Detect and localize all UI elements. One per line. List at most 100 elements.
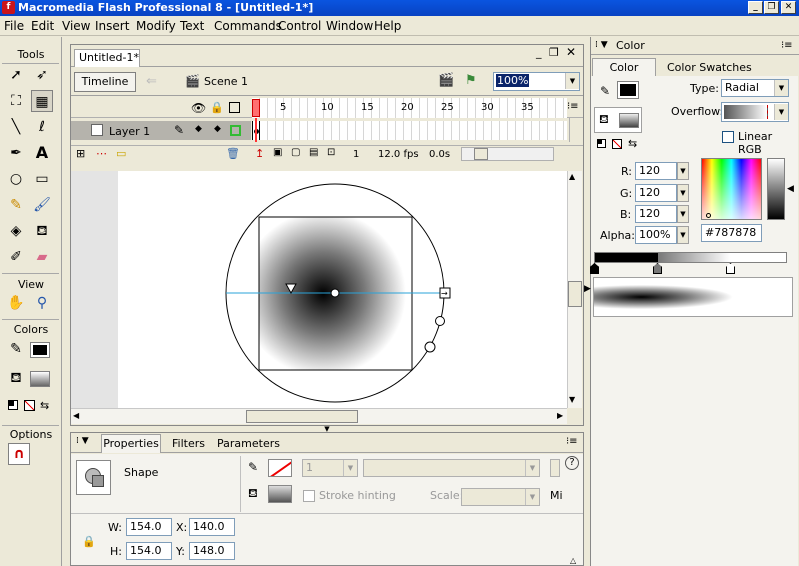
snap-to-objects-icon[interactable]: ∩: [8, 443, 30, 465]
pencil-tool-icon[interactable]: ✎: [5, 194, 27, 216]
type-dropdown-arrow-icon[interactable]: ▼: [774, 80, 788, 96]
doc-minimize-icon[interactable]: _: [536, 46, 542, 59]
mixer-fill-swatch[interactable]: [619, 113, 639, 128]
hand-tool-icon[interactable]: ✋: [5, 292, 27, 314]
edit-symbols-icon[interactable]: ⚑: [465, 73, 477, 88]
stage-vscroll[interactable]: ▲ ▼: [567, 171, 582, 408]
outline-icon[interactable]: [229, 102, 240, 113]
menu-text[interactable]: Text: [180, 19, 204, 33]
fill-color-swatch[interactable]: [30, 371, 50, 387]
blue-field[interactable]: 120: [635, 205, 677, 223]
mixer-fill-row[interactable]: ⛾: [594, 107, 642, 133]
stroke-color-none-swatch[interactable]: [268, 459, 292, 477]
type-dropdown[interactable]: Radial ▼: [721, 79, 789, 97]
doc-close-icon[interactable]: ✕: [566, 45, 576, 59]
scale-arrow-icon[interactable]: ▼: [525, 489, 539, 505]
panel-collapse-icon[interactable]: ⁞ ▼: [76, 436, 89, 446]
gradient-transform-tool-icon[interactable]: ▦: [31, 90, 53, 112]
gradient-definition-bar[interactable]: [594, 252, 787, 263]
brightness-slider[interactable]: [767, 158, 785, 220]
zoom-dropdown[interactable]: 100% ▼: [493, 72, 580, 91]
overflow-dropdown-arrow-icon[interactable]: ▼: [774, 104, 788, 120]
rectangle-tool-icon[interactable]: ▭: [31, 168, 53, 190]
blue-spin-icon[interactable]: ▼: [677, 205, 689, 223]
width-field[interactable]: 154.0: [126, 518, 172, 536]
red-field[interactable]: 120: [635, 162, 677, 180]
paint-bucket-tool-icon[interactable]: ⛾: [31, 220, 53, 242]
stroke-height-field[interactable]: 1 ▼: [302, 459, 358, 477]
green-field[interactable]: 120: [635, 184, 677, 202]
timeline-vscroll[interactable]: [569, 118, 582, 142]
no-color-icon[interactable]: [24, 400, 35, 411]
menu-commands[interactable]: Commands: [214, 19, 282, 33]
height-field[interactable]: 154.0: [126, 542, 172, 560]
menu-modify[interactable]: Modify: [136, 19, 176, 33]
zoom-value[interactable]: 100%: [496, 74, 530, 87]
layer-visible-dot[interactable]: ◆: [195, 124, 202, 134]
center-point-handle[interactable]: [330, 288, 340, 298]
overflow-dropdown[interactable]: ▼: [721, 102, 789, 122]
y-field[interactable]: 148.0: [189, 542, 235, 560]
onion-skin-icon[interactable]: ▣: [273, 147, 282, 158]
size-handle[interactable]: [435, 316, 445, 326]
layer-lock-dot[interactable]: ◆: [214, 124, 221, 134]
panel-options-icon[interactable]: ⁝≡: [566, 436, 578, 447]
edit-scene-icon[interactable]: 🎬: [438, 73, 454, 88]
ink-bottle-tool-icon[interactable]: ◈: [5, 220, 27, 242]
tab-parameters[interactable]: Parameters: [217, 437, 280, 450]
doc-restore-icon[interactable]: ❐: [549, 46, 559, 59]
brush-tool-icon[interactable]: 🖌: [31, 194, 53, 216]
brightness-arrow-icon[interactable]: ◀: [787, 184, 794, 194]
stroke-hinting-checkbox[interactable]: [303, 490, 315, 502]
menu-insert[interactable]: Insert: [95, 19, 129, 33]
subselection-tool-icon[interactable]: ➶: [31, 64, 53, 86]
stage-artwork[interactable]: →: [71, 171, 567, 408]
scene-label[interactable]: Scene 1: [204, 75, 248, 88]
delete-layer-icon[interactable]: 🗑: [226, 147, 240, 160]
tab-filters[interactable]: Filters: [172, 437, 205, 450]
pen-tool-icon[interactable]: ✒: [5, 142, 27, 164]
menu-edit[interactable]: Edit: [31, 19, 54, 33]
edit-multiple-frames-icon[interactable]: ▤: [309, 147, 318, 158]
insert-layer-icon[interactable]: ⊞: [76, 147, 85, 160]
spectrum-cursor[interactable]: [706, 213, 711, 218]
mixer-swap-colors-icon[interactable]: ⇆: [628, 137, 637, 150]
stroke-color-swatch[interactable]: [30, 342, 50, 358]
timeline-toggle-button[interactable]: Timeline: [74, 72, 136, 92]
stage-hscroll[interactable]: ◀ ▶: [71, 408, 567, 424]
black-white-icon[interactable]: [8, 400, 18, 410]
eraser-tool-icon[interactable]: ▰: [31, 246, 53, 268]
menu-help[interactable]: Help: [374, 19, 401, 33]
mixer-no-color-icon[interactable]: [612, 139, 622, 149]
back-arrow-icon[interactable]: ⇐: [146, 74, 157, 89]
constrain-lock-icon[interactable]: 🔒: [82, 535, 96, 548]
stroke-style-arrow-icon[interactable]: ▼: [525, 460, 539, 476]
tab-properties[interactable]: Properties: [101, 434, 161, 453]
text-tool-icon[interactable]: A: [31, 142, 53, 164]
swap-colors-icon[interactable]: ⇆: [40, 399, 49, 412]
stroke-height-arrow-icon[interactable]: ▼: [343, 460, 357, 476]
color-panel-options-icon[interactable]: ⁝≡: [781, 40, 793, 51]
panel-dock-arrow-icon[interactable]: ▶: [584, 284, 591, 294]
scale-dropdown[interactable]: ▼: [461, 488, 540, 506]
help-icon[interactable]: ?: [565, 456, 579, 470]
menu-view[interactable]: View: [62, 19, 90, 33]
menu-file[interactable]: File: [4, 19, 24, 33]
tab-color-swatches[interactable]: Color Swatches: [667, 61, 752, 74]
add-motion-guide-icon[interactable]: ⋯: [96, 147, 107, 160]
menu-control[interactable]: Control: [278, 19, 321, 33]
color-spectrum[interactable]: [701, 158, 762, 220]
line-tool-icon[interactable]: ╲: [5, 116, 27, 138]
layer-name[interactable]: Layer 1: [109, 125, 150, 138]
color-collapse-icon[interactable]: ⁞ ▼: [595, 40, 608, 50]
arrow-tool-icon[interactable]: ➚: [5, 64, 27, 86]
hex-field[interactable]: #787878: [701, 224, 762, 242]
stroke-style-dropdown[interactable]: ▼: [363, 459, 540, 477]
rotation-handle[interactable]: [424, 341, 436, 353]
tab-color-mixer[interactable]: Color Mixer: [592, 58, 656, 91]
fill-color-gradient-swatch[interactable]: [268, 485, 292, 503]
alpha-spin-icon[interactable]: ▼: [677, 226, 689, 244]
custom-stroke-button[interactable]: [550, 459, 560, 477]
mixer-stroke-swatch[interactable]: [617, 81, 639, 99]
lasso-tool-icon[interactable]: ℓ: [31, 116, 53, 138]
